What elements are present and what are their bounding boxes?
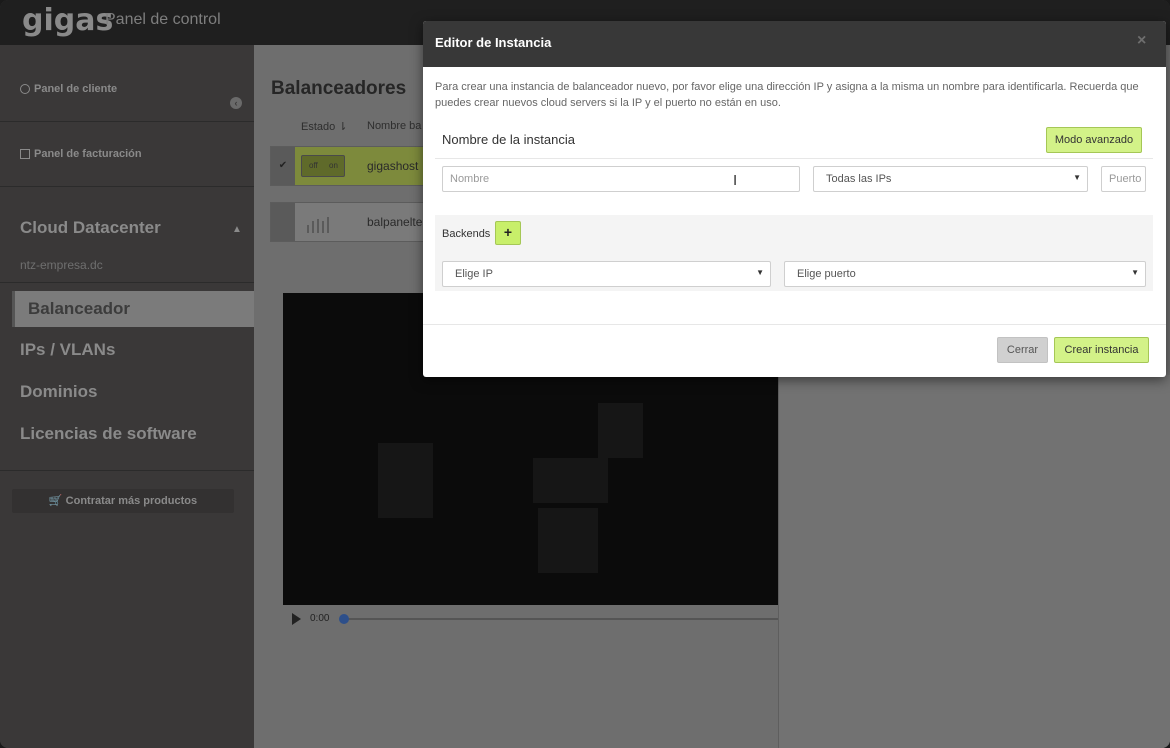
sidebar-item-balanceador[interactable]: Balanceador bbox=[12, 291, 254, 327]
table-row[interactable]: ✔ off on gigashost bbox=[270, 146, 430, 186]
collapse-sidebar-icon[interactable]: ‹ bbox=[230, 97, 242, 109]
sidebar-link-billing-panel[interactable]: Panel de facturación bbox=[20, 148, 142, 160]
divider bbox=[0, 186, 254, 187]
backends-label: Backends bbox=[442, 228, 491, 240]
column-header-name[interactable]: Nombre ba bbox=[367, 120, 421, 132]
video-controls: 0:00 bbox=[283, 605, 778, 633]
backend-ip-select[interactable]: Elige IP ▼ bbox=[442, 261, 771, 287]
chevron-down-icon: ▼ bbox=[1131, 268, 1139, 277]
backends-header: Backends + bbox=[435, 215, 1153, 253]
balancer-name: gigashost bbox=[367, 159, 419, 173]
app-window: gigas Panel de control ‹ Panel de client… bbox=[0, 0, 1170, 748]
video-frame-building bbox=[378, 443, 433, 518]
brand-logo[interactable]: gigas bbox=[22, 3, 113, 38]
divider bbox=[0, 282, 254, 283]
modal-description: Para crear una instancia de balanceador … bbox=[435, 81, 1139, 109]
chevron-down-icon: ▼ bbox=[756, 268, 764, 277]
instance-name-input[interactable]: Nombre bbox=[442, 166, 800, 192]
calculator-icon bbox=[20, 149, 30, 159]
video-time: 0:00 bbox=[310, 613, 330, 624]
buy-more-products-button[interactable]: 🛒 Contratar más productos bbox=[12, 489, 234, 513]
close-button[interactable]: Cerrar bbox=[997, 337, 1048, 363]
divider bbox=[435, 158, 1153, 159]
row-handle[interactable] bbox=[271, 203, 295, 241]
ip-select-value: Todas las IPs bbox=[826, 173, 892, 185]
clock-icon bbox=[20, 84, 30, 94]
create-instance-button[interactable]: Crear instancia bbox=[1054, 337, 1149, 363]
status-toggle[interactable]: off on bbox=[301, 155, 345, 177]
backend-ip-value: Elige IP bbox=[455, 268, 493, 280]
text-cursor-icon: I bbox=[733, 172, 738, 189]
sidebar-item-ips-vlans[interactable]: IPs / VLANs bbox=[20, 340, 115, 360]
sidebar-item-licencias[interactable]: Licencias de software bbox=[20, 424, 197, 444]
table-row[interactable]: balpanelte bbox=[270, 202, 430, 242]
port-input[interactable]: Puerto bbox=[1101, 166, 1146, 192]
sidebar-link-label: Panel de cliente bbox=[34, 83, 118, 95]
sidebar-section-title[interactable]: Cloud Datacenter bbox=[20, 218, 161, 238]
sidebar-link-client-panel[interactable]: Panel de cliente bbox=[20, 83, 117, 95]
datacenter-name: ntz-empresa.dc bbox=[20, 258, 103, 272]
modal-header: Editor de Instancia × bbox=[423, 21, 1166, 67]
chevron-down-icon: ▼ bbox=[1073, 173, 1081, 182]
cart-icon: 🛒 bbox=[48, 495, 63, 507]
sidebar-link-label: Panel de facturación bbox=[34, 148, 142, 160]
divider bbox=[0, 121, 254, 122]
buy-button-label: Contratar más productos bbox=[65, 495, 198, 507]
advanced-mode-button[interactable]: Modo avanzado bbox=[1046, 127, 1142, 153]
add-backend-button[interactable]: + bbox=[495, 221, 521, 245]
video-progress-track[interactable] bbox=[343, 618, 778, 620]
sidebar-item-dominios[interactable]: Dominios bbox=[20, 382, 97, 402]
ip-select[interactable]: Todas las IPs ▼ bbox=[813, 166, 1088, 192]
chevron-up-icon[interactable]: ▲ bbox=[232, 224, 242, 235]
content-panel bbox=[778, 375, 1170, 748]
close-icon[interactable]: × bbox=[1137, 32, 1146, 50]
column-header-status[interactable]: Estado ⇂ bbox=[301, 120, 348, 133]
video-frame-panel bbox=[538, 508, 598, 573]
check-icon[interactable]: ✔ bbox=[271, 147, 295, 185]
instance-name-label: Nombre de la instancia bbox=[442, 132, 575, 147]
video-frame-box bbox=[598, 403, 643, 458]
backend-port-value: Elige puerto bbox=[797, 268, 856, 280]
toggle-off-label: off bbox=[309, 161, 318, 170]
video-progress-handle[interactable] bbox=[339, 614, 349, 624]
balancer-name: balpanelte bbox=[367, 215, 423, 229]
page-title: Balanceadores bbox=[271, 78, 407, 99]
toggle-on-label: on bbox=[329, 161, 338, 170]
instance-editor-modal: Editor de Instancia × Para crear una ins… bbox=[423, 21, 1166, 377]
topbar-subtitle: Panel de control bbox=[105, 11, 221, 28]
divider bbox=[0, 470, 254, 471]
play-icon[interactable] bbox=[292, 613, 301, 625]
video-frame-platform bbox=[533, 458, 608, 503]
divider bbox=[423, 324, 1166, 325]
backend-port-select[interactable]: Elige puerto ▼ bbox=[784, 261, 1146, 287]
signal-bars-icon bbox=[307, 215, 339, 233]
modal-title: Editor de Instancia bbox=[435, 35, 552, 50]
